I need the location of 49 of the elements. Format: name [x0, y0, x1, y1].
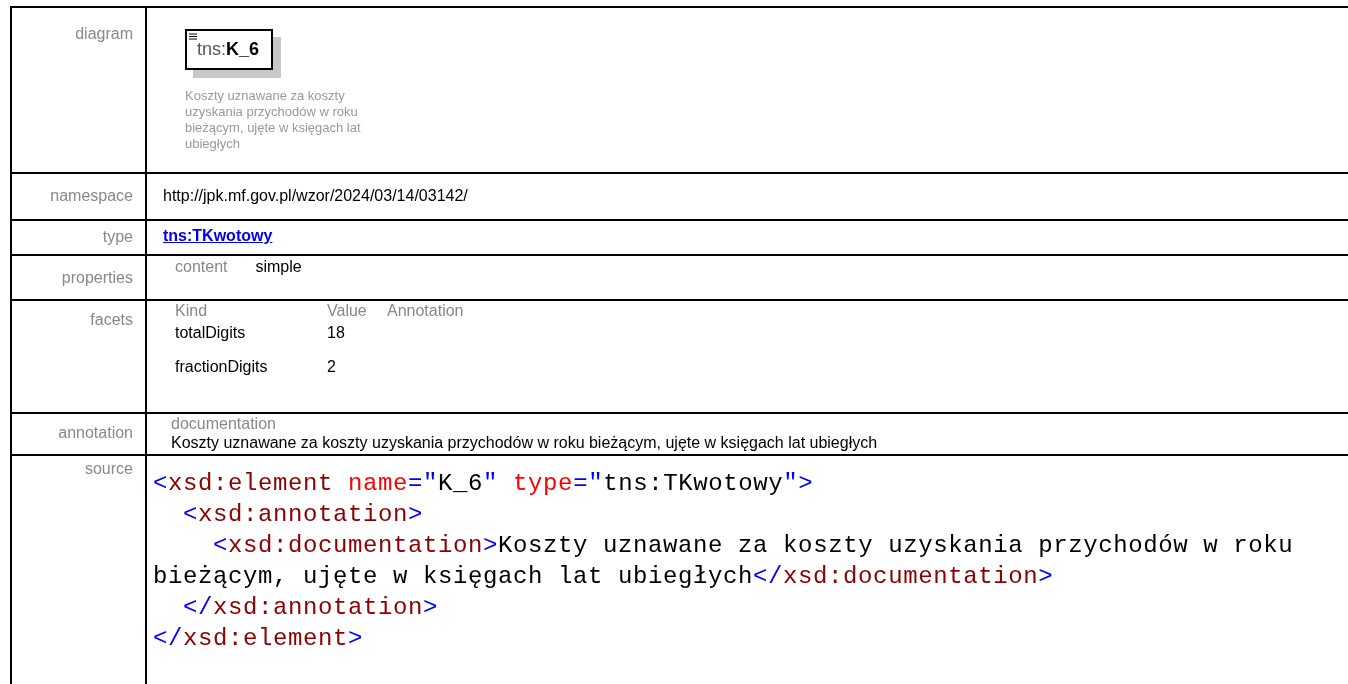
code-token: xsd:documentation: [783, 563, 1039, 590]
code-token: </: [753, 563, 784, 590]
code-token: >: [408, 501, 424, 528]
code-token: xsd:element: [168, 470, 334, 497]
row-label: annotation: [58, 424, 133, 441]
column-header: Annotation: [387, 302, 464, 320]
code-token: >: [348, 625, 364, 652]
code-token: <: [182, 501, 198, 528]
annotation-heading: documentation: [171, 414, 277, 434]
code-token: </: [153, 625, 183, 652]
code-token: tns:TKwotowy: [603, 470, 784, 497]
code-token: K_6: [438, 470, 484, 497]
code-token: >: [483, 532, 499, 559]
code-token: name: [347, 470, 409, 497]
code-token: xsd:annotation: [198, 501, 409, 528]
row-label: diagram: [75, 25, 133, 42]
code-token: =": [573, 470, 604, 497]
annotation-text: Koszty uznawane za koszty uzyskania przychodów w roku bieżącym, ujęte w księgach lat ubiegłych: [171, 434, 879, 452]
code-token: xsd:annotation: [213, 594, 424, 621]
property-name: content: [175, 258, 228, 276]
list-icon: [189, 33, 197, 40]
property-value: simple: [255, 258, 302, 276]
row-label: facets: [90, 311, 133, 328]
facet-value: 2: [327, 357, 337, 377]
code-token: =": [408, 470, 439, 497]
code-token: <: [153, 470, 168, 497]
row-label: properties: [61, 269, 133, 286]
element-description: Koszty uznawane za koszty uzyskania przychodów w roku bieżącym, ujęte w księgach lat ubiegłych: [185, 88, 362, 152]
code-token: type: [512, 470, 574, 497]
column-header: Kind: [175, 302, 209, 320]
code-token: >: [423, 594, 439, 621]
row-label: namespace: [50, 187, 133, 204]
code-token: >: [1038, 563, 1054, 590]
facet-kind: fractionDigits: [175, 357, 269, 377]
code-token: xsd:documentation: [228, 532, 484, 559]
code-token: ">: [783, 470, 814, 497]
code-token: bieżącym, ujęte w księgach lat ubiegłych: [153, 563, 754, 590]
facet-value: 18: [327, 323, 346, 343]
column-header: Value: [327, 302, 368, 320]
code-token: </: [182, 594, 213, 621]
code-token: Koszty uznawane za koszty uzyskania przychodów w roku: [498, 532, 1294, 559]
code-token: <: [212, 532, 228, 559]
facet-kind: totalDigits: [175, 323, 247, 343]
row-label: type: [102, 228, 133, 245]
code-token: xsd:element: [183, 625, 349, 652]
row-label: source: [84, 460, 133, 477]
namespace-value: http://jpk.mf.gov.pl/wzor/2024/03/14/03142/: [163, 187, 468, 204]
type-link[interactable]: tns:TKwotowy: [163, 227, 273, 244]
code-token: ": [483, 470, 499, 497]
